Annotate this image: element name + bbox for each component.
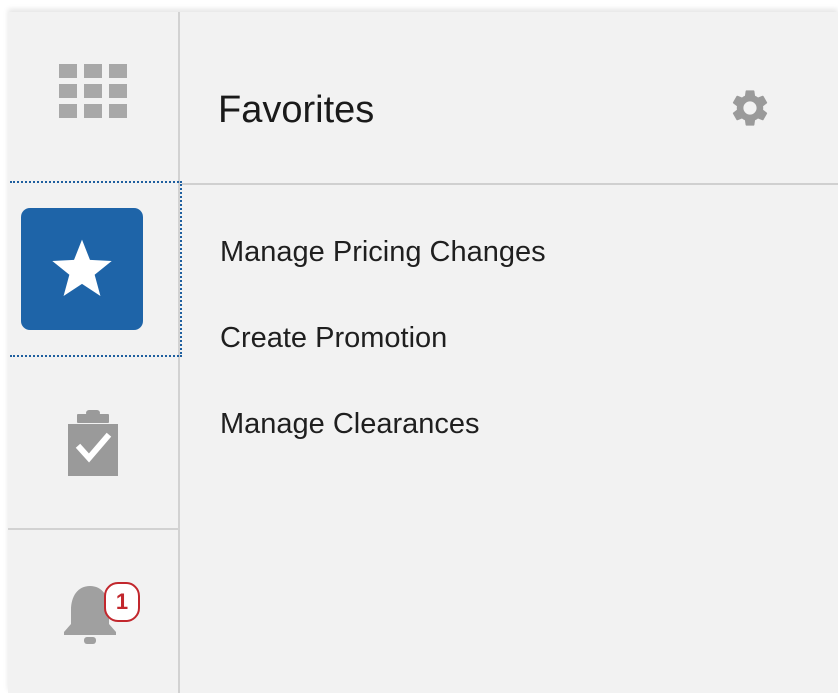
star-icon — [52, 239, 112, 296]
notification-badge: 1 — [104, 582, 140, 622]
rail-item-notifications[interactable]: 1 — [8, 532, 178, 693]
favorites-tile — [21, 208, 143, 330]
favorite-item-manage-clearances[interactable]: Manage Clearances — [220, 402, 546, 488]
rail-item-apps[interactable] — [8, 12, 178, 180]
favorite-item-create-promotion[interactable]: Create Promotion — [220, 316, 546, 402]
favorites-list: Manage Pricing Changes Create Promotion … — [220, 230, 546, 488]
gear-icon — [732, 90, 768, 126]
panel-title: Favorites — [218, 89, 375, 131]
springboard-window: 1 Favorites Manage Pricing Changes Creat… — [8, 12, 838, 693]
clipboard-check-icon — [68, 410, 118, 476]
navigation-rail: 1 — [8, 12, 182, 693]
notifications-wrapper: 1 — [8, 532, 178, 693]
favorites-panel: Favorites Manage Pricing Changes Create … — [182, 12, 838, 693]
rail-item-tasks[interactable] — [8, 358, 178, 530]
app-grid-icon — [59, 64, 127, 118]
favorite-item-manage-pricing-changes[interactable]: Manage Pricing Changes — [220, 230, 546, 316]
panel-header: Favorites — [182, 12, 838, 185]
settings-button[interactable] — [726, 84, 774, 132]
rail-item-favorites[interactable] — [10, 181, 182, 357]
